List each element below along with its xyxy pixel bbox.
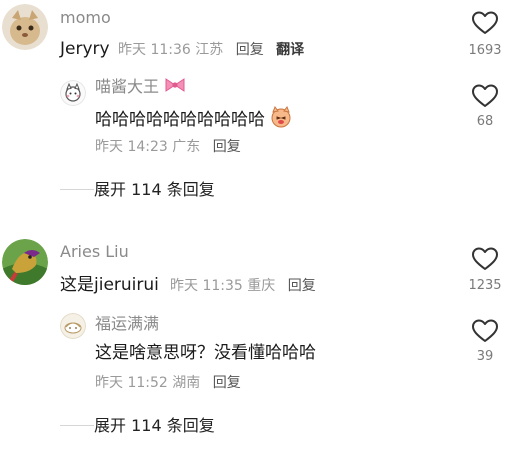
reply-username[interactable]: 福运满满	[95, 314, 159, 334]
comment-meta: 昨天 11:35 重庆 回复	[170, 277, 316, 295]
translate-button[interactable]: 翻译	[276, 42, 304, 58]
avatar[interactable]	[2, 239, 48, 285]
reply-avatar[interactable]	[60, 313, 86, 339]
divider	[60, 425, 94, 426]
reply-time: 昨天 14:23	[95, 139, 168, 155]
reply-button[interactable]: 回复	[236, 42, 264, 58]
reply-text-line: 哈哈哈哈哈哈哈哈哈哈	[95, 105, 292, 134]
reply-button[interactable]: 回复	[213, 139, 241, 155]
reply-button[interactable]: 回复	[213, 375, 241, 391]
like-count: 1693	[468, 43, 502, 58]
divider	[60, 189, 94, 190]
reply-location: 广东	[172, 139, 201, 155]
comment-text: 这是jieruirui	[60, 275, 159, 295]
cat-face-emoji-icon	[270, 105, 292, 134]
reply-username-text: 喵酱大王	[95, 77, 160, 96]
reply-meta: 昨天 14:23 广东 回复	[95, 138, 241, 156]
like-count: 68	[476, 114, 494, 129]
reply-text: 这是啥意思呀？没看懂哈哈哈	[95, 343, 316, 363]
reply-button[interactable]: 回复	[288, 278, 316, 294]
reply-text: 哈哈哈哈哈哈哈哈哈哈	[95, 110, 265, 130]
like-heart-icon[interactable]	[471, 318, 499, 344]
bow-icon	[164, 77, 186, 98]
expand-replies-button[interactable]: 展开 114 条回复	[94, 180, 215, 200]
reply-location: 湖南	[172, 375, 201, 391]
comment-time: 昨天 11:35	[170, 278, 243, 294]
comment-text: Jeryry	[60, 39, 110, 59]
like-count: 39	[476, 349, 494, 364]
reply-time: 昨天 11:52	[95, 375, 168, 391]
like-count: 1235	[468, 278, 502, 293]
comment-username[interactable]: Aries Liu	[60, 242, 129, 262]
avatar[interactable]	[2, 4, 48, 50]
reply-avatar[interactable]	[60, 80, 86, 106]
like-heart-icon[interactable]	[471, 83, 499, 109]
comment-username[interactable]: momo	[60, 8, 111, 28]
like-heart-icon[interactable]	[471, 246, 499, 272]
reply-username[interactable]: 喵酱大王	[95, 77, 186, 98]
comment-location: 江苏	[195, 42, 224, 58]
reply-meta: 昨天 11:52 湖南 回复	[95, 374, 241, 392]
comment-meta: 昨天 11:36 江苏 回复 翻译	[118, 41, 304, 59]
like-heart-icon[interactable]	[471, 10, 499, 36]
comment-location: 重庆	[247, 278, 276, 294]
comment-time: 昨天 11:36	[118, 42, 191, 58]
expand-replies-button[interactable]: 展开 114 条回复	[94, 416, 215, 436]
